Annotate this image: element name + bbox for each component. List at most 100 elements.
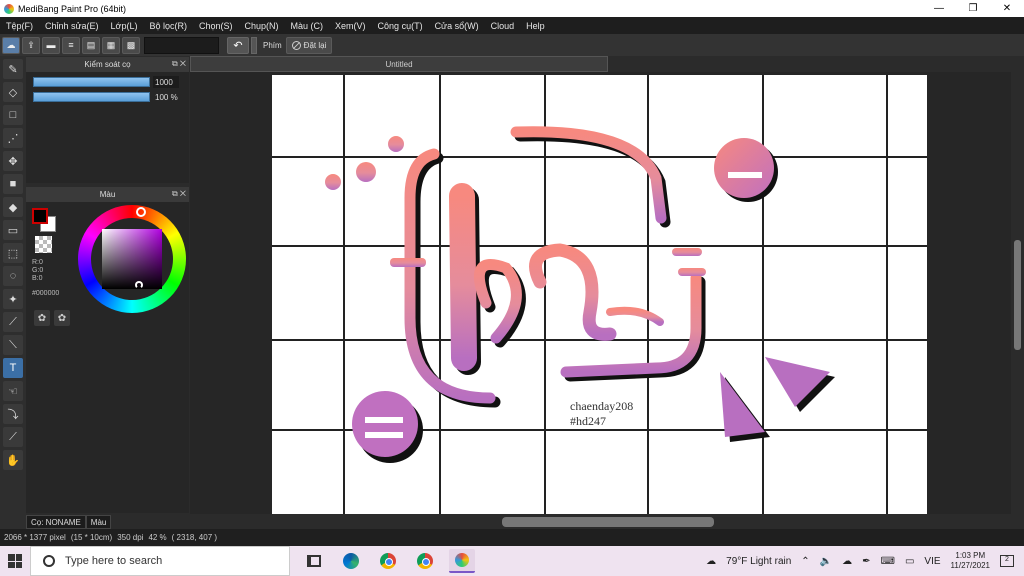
brush-opacity-value: 100 % — [155, 92, 178, 102]
pen-icon[interactable]: ✒ — [862, 556, 870, 567]
move-tool-icon[interactable]: ✥ — [3, 151, 23, 171]
rect-fill-tool-icon[interactable]: ■ — [3, 174, 23, 194]
toolbar-field[interactable] — [144, 36, 219, 54]
color-wheel[interactable] — [78, 205, 186, 313]
page-icon[interactable]: ▤ — [82, 36, 100, 54]
vertical-scroll-thumb[interactable] — [1014, 240, 1021, 350]
edge-button[interactable] — [338, 549, 364, 573]
chrome-button-2[interactable] — [412, 549, 438, 573]
magic-wand-tool-icon[interactable]: ✦ — [3, 289, 23, 309]
display-icon[interactable]: ▭ — [905, 556, 914, 567]
chrome-button-1[interactable] — [375, 549, 401, 573]
hand-tool-icon[interactable]: ✋ — [3, 450, 23, 470]
operation-tool-icon[interactable]: ☜ — [3, 381, 23, 401]
medibang-button[interactable] — [449, 549, 475, 573]
rgb-readout: R:0 G:0 B:0 — [32, 259, 43, 283]
undo-arrow-icon[interactable]: ↶ — [227, 36, 249, 54]
horizontal-scrollbar[interactable] — [190, 514, 1024, 529]
palette-icon[interactable]: ✿ — [34, 310, 50, 326]
keyboard-icon[interactable]: ⌨ — [881, 556, 895, 567]
panel-close-icon[interactable]: ⧉ ✕ — [172, 189, 186, 199]
menu-view[interactable]: Xem(V) — [329, 21, 372, 31]
select-pen-tool-icon[interactable]: ⟋ — [3, 312, 23, 332]
menu-edit[interactable]: Chỉnh sửa(E) — [39, 21, 105, 31]
vertical-scrollbar[interactable] — [1011, 72, 1024, 514]
taskbar-search[interactable]: Type here to search — [30, 546, 290, 576]
menu-tools[interactable]: Công cụ(T) — [372, 21, 429, 31]
tab-brush[interactable]: Cọ: NONAME — [26, 515, 86, 529]
lasso-tool-icon[interactable]: ◌ — [3, 266, 23, 286]
canvas-area[interactable]: chaenday208 #hd247 — [190, 72, 1011, 514]
task-view-button[interactable] — [301, 549, 327, 573]
speaker-icon[interactable]: 🔈 — [820, 556, 832, 567]
horizontal-scroll-thumb[interactable] — [502, 517, 714, 527]
eraser-tool-icon[interactable]: ◇ — [3, 82, 23, 102]
menu-select[interactable]: Chọn(S) — [193, 21, 239, 31]
artwork-canvas[interactable]: chaenday208 #hd247 — [190, 72, 1011, 514]
select-rect-tool-icon[interactable]: ⬚ — [3, 243, 23, 263]
share-icon[interactable]: ⇪ — [22, 36, 40, 54]
document-tab[interactable]: Untitled — [190, 56, 608, 72]
status-physical: (15 * 10cm) — [70, 533, 113, 542]
page-manager-icon[interactable]: ▦ — [102, 36, 120, 54]
foreground-color-swatch[interactable] — [32, 208, 48, 224]
bucket-tool-icon[interactable]: ◆ — [3, 197, 23, 217]
brush-size-slider[interactable] — [33, 77, 150, 87]
menu-filter[interactable]: Bộ lọc(R) — [143, 21, 193, 31]
comment-list-icon[interactable]: ≡ — [62, 36, 80, 54]
dropper-tool-icon[interactable]: ⤵ — [3, 404, 23, 424]
tab-color[interactable]: Màu — [85, 515, 112, 529]
start-button[interactable] — [0, 546, 30, 576]
saturation-value-square[interactable] — [102, 229, 162, 289]
sv-knob[interactable] — [135, 281, 143, 289]
chrome-icon — [417, 553, 433, 569]
menu-window[interactable]: Cửa sổ(W) — [429, 21, 485, 31]
onedrive-icon[interactable]: ☁ — [842, 556, 852, 567]
green-value: G:0 — [32, 267, 44, 274]
dot-tool-icon[interactable]: ⋰ — [3, 128, 23, 148]
status-bar: 2066 * 1377 pixel (15 * 10cm) 350 dpi 42… — [0, 529, 1024, 546]
shape-tool-icon[interactable]: □ — [3, 105, 23, 125]
palette-add-icon[interactable]: ✿ — [54, 310, 70, 326]
reset-button[interactable]: Đặt lại — [285, 36, 333, 54]
app-logo-icon — [4, 3, 14, 14]
chevron-up-icon[interactable]: ⌃ — [801, 556, 809, 567]
menu-color[interactable]: Màu (C) — [285, 21, 330, 31]
text-tool-icon[interactable]: T — [3, 358, 23, 378]
clock-date: 11/27/2021 — [950, 561, 990, 570]
brush-opacity-slider[interactable] — [33, 92, 150, 102]
gradient-tool-icon[interactable]: ▭ — [3, 220, 23, 240]
grid-icon[interactable]: ▩ — [122, 36, 140, 54]
language-indicator[interactable]: VIE — [924, 556, 940, 567]
menu-help[interactable]: Help — [520, 21, 551, 31]
edge-icon — [343, 553, 359, 569]
minimize-button[interactable]: — — [922, 0, 956, 17]
tool-palette: ✎ ◇ □ ⋰ ✥ ■ ◆ ▭ ⬚ ◌ ✦ ⟋ ⟍ T ☜ ⤵ ⟋ ✋ — [0, 56, 26, 532]
undo-dropdown[interactable] — [251, 36, 257, 54]
brush-size-value[interactable]: 1000 — [153, 76, 179, 88]
cloud-icon[interactable]: ☁ — [2, 36, 20, 54]
menu-cloud[interactable]: Cloud — [485, 21, 521, 31]
weather-text[interactable]: 79°F Light rain — [726, 556, 791, 567]
status-zoom: 42 % — [148, 533, 167, 542]
clock-time: 1:03 PM — [955, 551, 986, 560]
notification-icon[interactable]: 2 — [1000, 555, 1014, 567]
status-size: 2066 * 1377 pixel — [4, 533, 66, 542]
transparent-color-swatch[interactable] — [35, 236, 52, 253]
menu-file[interactable]: Tệp(F) — [0, 21, 39, 31]
close-button[interactable]: ✕ — [990, 0, 1024, 17]
menu-layer[interactable]: Lớp(L) — [105, 21, 144, 31]
clock[interactable]: 1:03 PM 11/27/2021 — [951, 551, 990, 571]
panel-close-icon[interactable]: ⧉ ✕ — [172, 59, 186, 69]
restore-button[interactable]: ❐ — [956, 0, 990, 17]
brush-tool-icon[interactable]: ✎ — [3, 59, 23, 79]
menu-capture[interactable]: Chụp(N) — [239, 21, 285, 31]
system-tray: ☁ 79°F Light rain ⌃ 🔈 ☁ ✒ ⌨ ▭ VIE 1:03 P… — [706, 546, 1024, 576]
eyedropper-tool-icon[interactable]: ⟋ — [3, 427, 23, 447]
comment-icon[interactable]: ▬ — [42, 36, 60, 54]
menu-bar: Tệp(F) Chỉnh sửa(E) Lớp(L) Bộ lọc(R) Chọ… — [0, 17, 1024, 34]
prohibit-icon — [291, 40, 301, 50]
select-eraser-tool-icon[interactable]: ⟍ — [3, 335, 23, 355]
hue-knob[interactable] — [136, 207, 146, 217]
weather-cloud-icon[interactable]: ☁ — [706, 556, 716, 567]
